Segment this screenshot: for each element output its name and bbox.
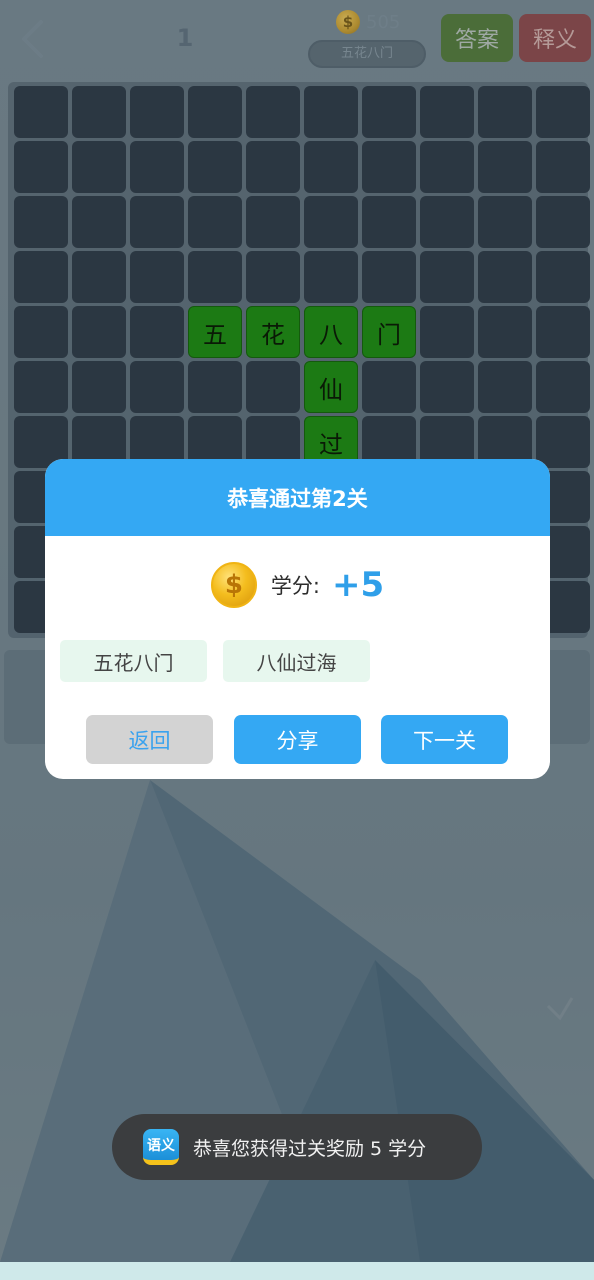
grid-cell-empty[interactable]	[478, 196, 532, 248]
grid-cell-empty[interactable]	[420, 251, 474, 303]
share-button[interactable]: 分享	[234, 715, 361, 764]
grid-cell-empty[interactable]	[478, 306, 532, 358]
grid-cell-empty[interactable]	[188, 361, 242, 413]
grid-cell-empty[interactable]	[304, 196, 358, 248]
grid-cell-empty[interactable]	[72, 361, 126, 413]
reward-row: $ 学分: +5	[45, 559, 550, 611]
coin-count: 505	[366, 11, 401, 33]
coin-balance: $ 505	[336, 8, 400, 36]
grid-cell-empty[interactable]	[72, 251, 126, 303]
grid-cell-empty[interactable]	[420, 361, 474, 413]
grid-cell-empty[interactable]	[130, 196, 184, 248]
grid-cell-empty[interactable]	[536, 306, 590, 358]
grid-cell-empty[interactable]	[72, 196, 126, 248]
app-logo-icon: 语义	[143, 1129, 179, 1165]
chevron-left-icon	[22, 20, 43, 58]
grid-cell-empty[interactable]	[72, 306, 126, 358]
grid-cell-empty[interactable]	[246, 361, 300, 413]
grid-cell-empty[interactable]	[130, 361, 184, 413]
explain-button[interactable]: 释义	[519, 14, 591, 62]
dialog-title: 恭喜通过第2关	[45, 459, 550, 536]
grid-cell-empty[interactable]	[536, 361, 590, 413]
grid-cell-empty[interactable]	[478, 361, 532, 413]
grid-cell-empty[interactable]	[130, 306, 184, 358]
grid-cell-empty[interactable]	[14, 196, 68, 248]
coin-icon: $	[336, 10, 360, 34]
grid-cell-empty[interactable]	[246, 86, 300, 138]
grid-cell-empty[interactable]	[14, 361, 68, 413]
grid-cell-empty[interactable]	[420, 306, 474, 358]
grid-cell-empty[interactable]	[130, 251, 184, 303]
top-bar: 1 $ 505 五花八门 答案 释义	[0, 0, 594, 76]
toast-message: 恭喜您获得过关奖励 5 学分	[193, 1137, 427, 1160]
grid-cell-empty[interactable]	[14, 306, 68, 358]
return-button[interactable]: 返回	[86, 715, 213, 764]
grid-cell-filled[interactable]: 仙	[304, 361, 358, 413]
next-level-button[interactable]: 下一关	[381, 715, 508, 764]
grid-cell-empty[interactable]	[304, 251, 358, 303]
grid-cell-empty[interactable]	[362, 86, 416, 138]
grid-cell-empty[interactable]	[420, 196, 474, 248]
grid-cell-empty[interactable]	[188, 196, 242, 248]
back-button[interactable]	[12, 16, 52, 62]
grid-cell-empty[interactable]	[246, 196, 300, 248]
level-complete-dialog: 恭喜通过第2关 $ 学分: +5 五花八门 八仙过海 返回 分享 下一关	[45, 459, 550, 779]
level-number: 1	[176, 24, 194, 52]
grid-cell-filled[interactable]: 花	[246, 306, 300, 358]
grid-cell-empty[interactable]	[72, 86, 126, 138]
grid-cell-empty[interactable]	[536, 196, 590, 248]
grid-cell-empty[interactable]	[478, 251, 532, 303]
reward-toast: 语义 恭喜您获得过关奖励 5 学分	[112, 1114, 482, 1180]
grid-cell-empty[interactable]	[362, 251, 416, 303]
grid-cell-empty[interactable]	[362, 141, 416, 193]
grid-cell-empty[interactable]	[130, 141, 184, 193]
grid-cell-empty[interactable]	[188, 251, 242, 303]
grid-cell-empty[interactable]	[536, 141, 590, 193]
grid-cell-empty[interactable]	[478, 141, 532, 193]
idiom-tag[interactable]: 八仙过海	[223, 640, 370, 682]
reward-value: +5	[331, 565, 385, 605]
coin-icon: $	[210, 562, 257, 608]
grid-cell-filled[interactable]: 门	[362, 306, 416, 358]
grid-cell-empty[interactable]	[478, 86, 532, 138]
grid-cell-empty[interactable]	[420, 86, 474, 138]
grid-cell-filled[interactable]: 八	[304, 306, 358, 358]
grid-cell-empty[interactable]	[304, 86, 358, 138]
grid-cell-empty[interactable]	[72, 141, 126, 193]
grid-cell-empty[interactable]	[130, 86, 184, 138]
idiom-tag[interactable]: 五花八门	[60, 640, 207, 682]
grid-cell-empty[interactable]	[362, 196, 416, 248]
grid-cell-empty[interactable]	[188, 86, 242, 138]
grid-cell-empty[interactable]	[362, 361, 416, 413]
grid-cell-filled[interactable]: 五	[188, 306, 242, 358]
answer-button[interactable]: 答案	[441, 14, 513, 62]
grid-cell-empty[interactable]	[536, 86, 590, 138]
current-idiom-pill[interactable]: 五花八门	[308, 40, 426, 68]
grid-cell-empty[interactable]	[536, 251, 590, 303]
grid-cell-empty[interactable]	[246, 141, 300, 193]
grid-cell-empty[interactable]	[14, 86, 68, 138]
grid-cell-empty[interactable]	[14, 141, 68, 193]
grid-cell-empty[interactable]	[188, 141, 242, 193]
grid-cell-empty[interactable]	[246, 251, 300, 303]
grid-cell-empty[interactable]	[304, 141, 358, 193]
grid-cell-empty[interactable]	[14, 251, 68, 303]
grid-cell-empty[interactable]	[420, 141, 474, 193]
reward-label: 学分:	[270, 574, 320, 598]
bottom-strip	[0, 1262, 594, 1280]
